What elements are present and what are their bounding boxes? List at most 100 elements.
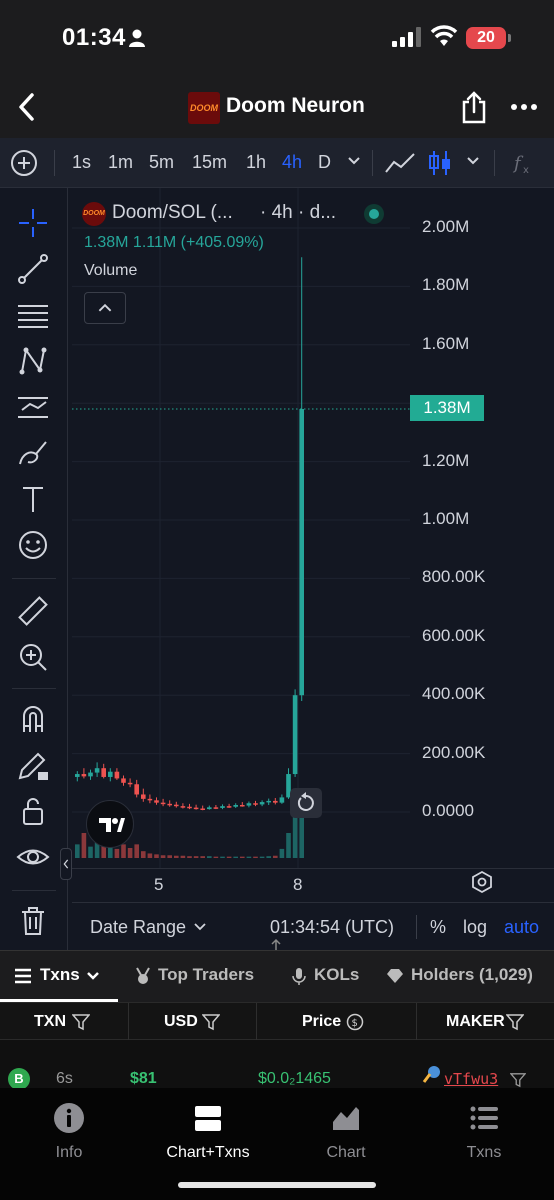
- eye-icon[interactable]: [16, 840, 50, 874]
- log-scale-toggle[interactable]: log: [463, 917, 487, 938]
- candle-body: [81, 774, 87, 777]
- candle-body: [141, 794, 146, 799]
- brush-icon[interactable]: [16, 436, 50, 470]
- date-range-button[interactable]: Date Range: [90, 917, 186, 938]
- chevron-down-icon[interactable]: [466, 156, 480, 166]
- price-chart[interactable]: [72, 188, 554, 868]
- toolbar-divider: [12, 890, 56, 891]
- interval-5m[interactable]: 5m: [149, 152, 174, 173]
- interval-15m[interactable]: 15m: [192, 152, 227, 173]
- volume-bar: [233, 856, 238, 858]
- y-tick: 600.00K: [422, 625, 486, 645]
- collapse-toolbar-icon[interactable]: [60, 848, 72, 880]
- candle-body: [266, 800, 271, 803]
- y-tick: 800.00K: [422, 567, 486, 587]
- crosshair-icon[interactable]: [16, 206, 50, 240]
- nav-chart-txns[interactable]: Chart+Txns: [148, 1102, 268, 1162]
- percent-scale-toggle[interactable]: %: [430, 917, 446, 938]
- prediction-icon[interactable]: [16, 390, 50, 424]
- chevron-down-icon[interactable]: [347, 156, 361, 166]
- column-maker: MAKER: [446, 1013, 505, 1030]
- chevron-down-icon[interactable]: [86, 971, 100, 981]
- toolbar-divider: [54, 150, 55, 176]
- filter-icon[interactable]: [506, 1013, 524, 1031]
- txn-maker[interactable]: vTfwu3: [444, 1070, 498, 1088]
- fib-retracement-icon[interactable]: [16, 298, 50, 332]
- volume-bar: [174, 855, 179, 858]
- candlestick-icon[interactable]: [424, 150, 456, 176]
- nav-info[interactable]: Info: [9, 1102, 129, 1162]
- volume-bar: [279, 848, 285, 858]
- nav-txns[interactable]: Txns: [424, 1102, 544, 1162]
- chevron-down-icon[interactable]: [194, 923, 206, 931]
- interval-1d[interactable]: D: [318, 152, 331, 173]
- interval-1h[interactable]: 1h: [246, 152, 266, 173]
- function-icon[interactable]: f x: [508, 150, 540, 176]
- back-icon[interactable]: [12, 90, 42, 124]
- tab-txns[interactable]: Txns: [40, 965, 80, 985]
- chart-settings-icon[interactable]: [470, 870, 494, 894]
- volume-legend[interactable]: Volume: [84, 262, 137, 280]
- svg-text:x: x: [523, 165, 529, 176]
- interval-1m[interactable]: 1m: [108, 152, 133, 173]
- candle-body: [114, 771, 120, 779]
- buy-badge: B: [8, 1068, 30, 1090]
- candle-body: [101, 768, 106, 777]
- token-name: Doom Neuron: [226, 94, 365, 117]
- candle-body: [207, 807, 212, 810]
- filter-icon[interactable]: [202, 1013, 220, 1031]
- candle-body: [134, 784, 139, 795]
- currency-toggle-icon[interactable]: $: [346, 1013, 364, 1031]
- candle-body: [167, 803, 172, 806]
- candle-body: [154, 800, 159, 803]
- text-icon[interactable]: [16, 482, 50, 516]
- line-chart-icon[interactable]: [384, 150, 416, 176]
- txn-table-header: TXN USD Price $ MAKER: [0, 1002, 554, 1041]
- tradingview-logo[interactable]: [86, 800, 134, 848]
- interval-1s[interactable]: 1s: [72, 152, 91, 173]
- trader-emoji-icon: [422, 1066, 440, 1083]
- volume-bar: [220, 856, 225, 858]
- emoji-icon[interactable]: [16, 528, 50, 562]
- tab-holders[interactable]: Holders (1,029): [411, 965, 533, 985]
- list-icon: [470, 1106, 498, 1130]
- volume-bar: [154, 854, 159, 858]
- medal-icon: [136, 967, 150, 984]
- auto-scale-toggle[interactable]: auto: [504, 917, 539, 938]
- share-icon[interactable]: [460, 90, 488, 124]
- trash-icon[interactable]: [16, 904, 50, 938]
- chart-area: DOOM Doom/SOL (... · 4h · d... 1.38M 1.1…: [0, 188, 554, 950]
- tab-top-traders[interactable]: Top Traders: [158, 965, 254, 985]
- y-tick: 1.00M: [422, 509, 470, 528]
- pair-name[interactable]: Doom/SOL (...: [112, 202, 233, 224]
- microphone-icon: [292, 968, 306, 985]
- candle-body: [220, 806, 225, 808]
- interval-4h[interactable]: 4h: [282, 152, 302, 173]
- pattern-icon[interactable]: [16, 344, 50, 378]
- candles: [75, 257, 304, 811]
- add-indicator-icon[interactable]: [10, 149, 38, 177]
- pencil-lock-icon[interactable]: [16, 748, 50, 782]
- volume-bar: [180, 855, 186, 858]
- filter-icon[interactable]: [510, 1072, 526, 1088]
- y-tick: 400.00K: [422, 684, 486, 704]
- zoom-in-icon[interactable]: [16, 640, 50, 674]
- candle-body: [240, 804, 245, 807]
- table-row[interactable]: B 6s $81 $0.0₂1465 vTfwu3: [0, 1040, 554, 1090]
- reset-chart-button[interactable]: [290, 788, 322, 818]
- nav-chart[interactable]: Chart: [286, 1102, 406, 1162]
- filter-icon[interactable]: [72, 1013, 90, 1031]
- magnet-icon[interactable]: [16, 702, 50, 736]
- lock-icon[interactable]: [16, 794, 50, 828]
- ruler-icon[interactable]: [16, 594, 50, 628]
- more-icon[interactable]: [510, 100, 538, 114]
- market-status-dot: [364, 204, 384, 224]
- tab-kols[interactable]: KOLs: [314, 965, 359, 985]
- x-tick: 8: [293, 875, 303, 894]
- utc-clock[interactable]: 01:34:54 (UTC): [270, 917, 394, 938]
- trend-line-icon[interactable]: [16, 252, 50, 286]
- y-tick: 1.20M: [422, 450, 470, 470]
- collapse-legend-button[interactable]: [84, 292, 126, 324]
- column-txn: TXN: [34, 1013, 66, 1030]
- toolbar-divider: [372, 150, 373, 176]
